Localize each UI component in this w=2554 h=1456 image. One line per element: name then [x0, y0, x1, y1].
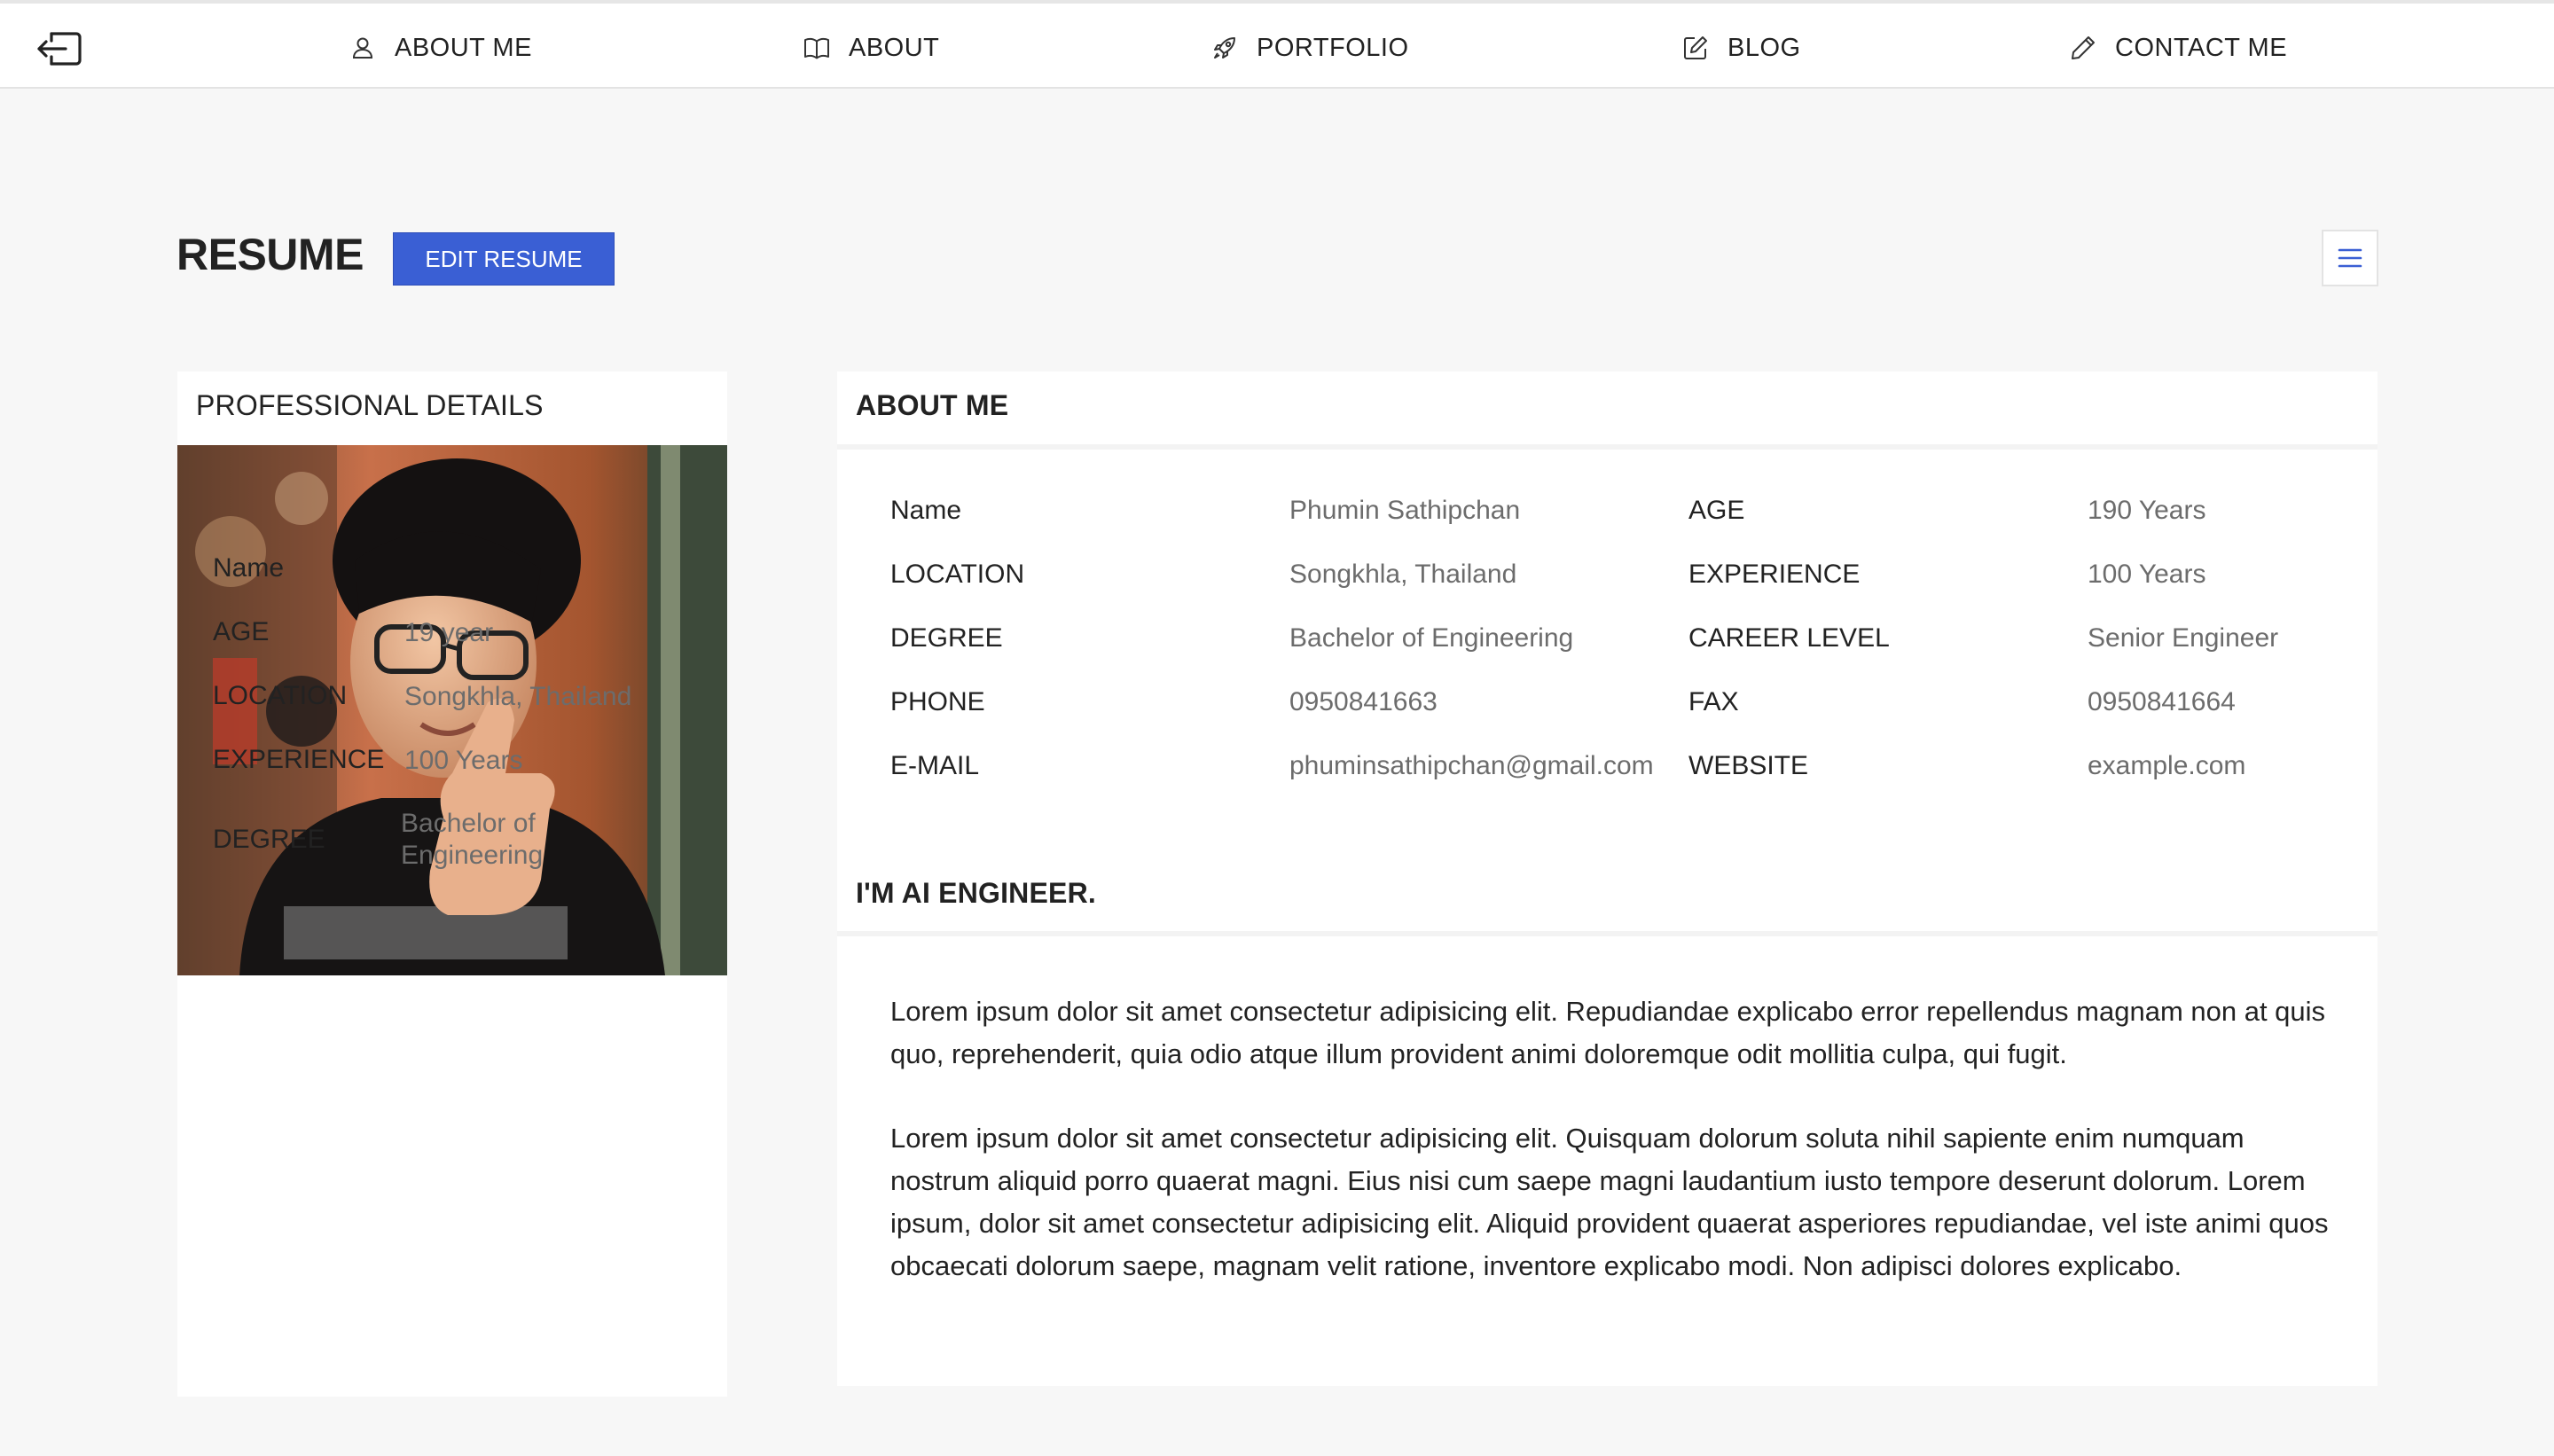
- about-fax-value: 0950841664: [2088, 687, 2236, 716]
- nav-label: ABOUT ME: [395, 33, 532, 62]
- nav-label: PORTFOLIO: [1257, 33, 1409, 62]
- bio-title: I'M AI ENGINEER.: [856, 877, 1096, 909]
- menu-toggle-button[interactable]: [2322, 230, 2378, 286]
- user-icon: [352, 37, 373, 59]
- nav-label: ABOUT: [849, 33, 940, 62]
- nav-label: BLOG: [1727, 33, 1801, 62]
- about-phone-label: PHONE: [890, 687, 985, 716]
- about-location-label: LOCATION: [890, 560, 1025, 589]
- nav-item-contact-me[interactable]: CONTACT ME: [2069, 30, 2287, 66]
- about-fax-label: FAX: [1688, 687, 1739, 716]
- nav-item-portfolio[interactable]: PORTFOLIO: [1210, 30, 1409, 66]
- top-navbar: ABOUT ME ABOUT PORTFOLIO BLOG CONTACT ME: [0, 0, 2554, 89]
- about-email-label: E-MAIL: [890, 751, 980, 780]
- rocket-icon: [1214, 37, 1235, 59]
- about-phone-value: 0950841663: [1289, 687, 1438, 716]
- about-experience-label: EXPERIENCE: [1688, 560, 1861, 589]
- bio-paragraph-2: Lorem ipsum dolor sit amet consectetur a…: [890, 1123, 2329, 1281]
- about-website-value[interactable]: example.com: [2088, 751, 2245, 781]
- section-divider: [837, 931, 2378, 936]
- professional-degree-line1: Bachelor of: [401, 809, 536, 838]
- professional-details-title: PROFESSIONAL DETAILS: [196, 389, 544, 421]
- professional-age-value: 19 year: [404, 618, 494, 647]
- book-icon: [804, 38, 829, 59]
- professional-experience-value: 100 Years: [404, 746, 523, 775]
- section-divider: [837, 444, 2378, 450]
- about-name-value: Phumin Sathipchan: [1289, 496, 1521, 525]
- about-me-title: ABOUT ME: [856, 389, 1009, 421]
- about-me-card: ABOUT ME Name Phumin Sathipchan LOCATION…: [837, 372, 2378, 1386]
- professional-location-label: LOCATION: [213, 681, 348, 710]
- about-career-level-label: CAREER LEVEL: [1688, 623, 1890, 653]
- about-age-label: AGE: [1688, 496, 1745, 525]
- nav-item-blog[interactable]: BLOG: [1681, 30, 1801, 66]
- about-website-label: WEBSITE: [1688, 751, 1809, 780]
- about-degree-label: DEGREE: [890, 623, 1003, 653]
- about-career-level-value: Senior Engineer: [2088, 623, 2279, 653]
- pencil-icon: [2072, 36, 2095, 59]
- professional-age-label: AGE: [213, 617, 270, 646]
- edit-icon: [1684, 36, 1707, 59]
- about-name-label: Name: [890, 496, 962, 525]
- about-email-value: phuminsathipchan@gmail.com: [1289, 751, 1654, 780]
- nav-item-about-me[interactable]: ABOUT ME: [349, 30, 532, 66]
- about-degree-value: Bachelor of Engineering: [1289, 623, 1574, 653]
- professional-degree-value: Bachelor of Engineering: [401, 808, 543, 872]
- nav-item-about[interactable]: ABOUT: [803, 30, 939, 66]
- about-experience-value: 100 Years: [2088, 560, 2206, 589]
- about-age-value: 190 Years: [2088, 496, 2206, 525]
- about-location-value: Songkhla, Thailand: [1289, 560, 1517, 589]
- nav-label: CONTACT ME: [2115, 33, 2288, 62]
- professional-name-label: Name: [213, 553, 285, 583]
- edit-resume-button[interactable]: EDIT RESUME: [393, 232, 615, 286]
- bio-paragraph-1: Lorem ipsum dolor sit amet consectetur a…: [890, 996, 2326, 1069]
- professional-degree-label: DEGREE: [213, 825, 325, 854]
- logout-icon[interactable]: [34, 28, 83, 69]
- professional-details-card: PROFESSIONAL DETAILS Name AGE 19 year LO…: [177, 372, 727, 1397]
- hamburger-menu-icon: [2338, 248, 2362, 268]
- professional-location-value: Songkhla, Thailand: [404, 682, 632, 711]
- professional-degree-line2: Engineering: [401, 841, 544, 870]
- page-title: RESUME: [176, 230, 364, 279]
- professional-experience-label: EXPERIENCE: [213, 745, 385, 774]
